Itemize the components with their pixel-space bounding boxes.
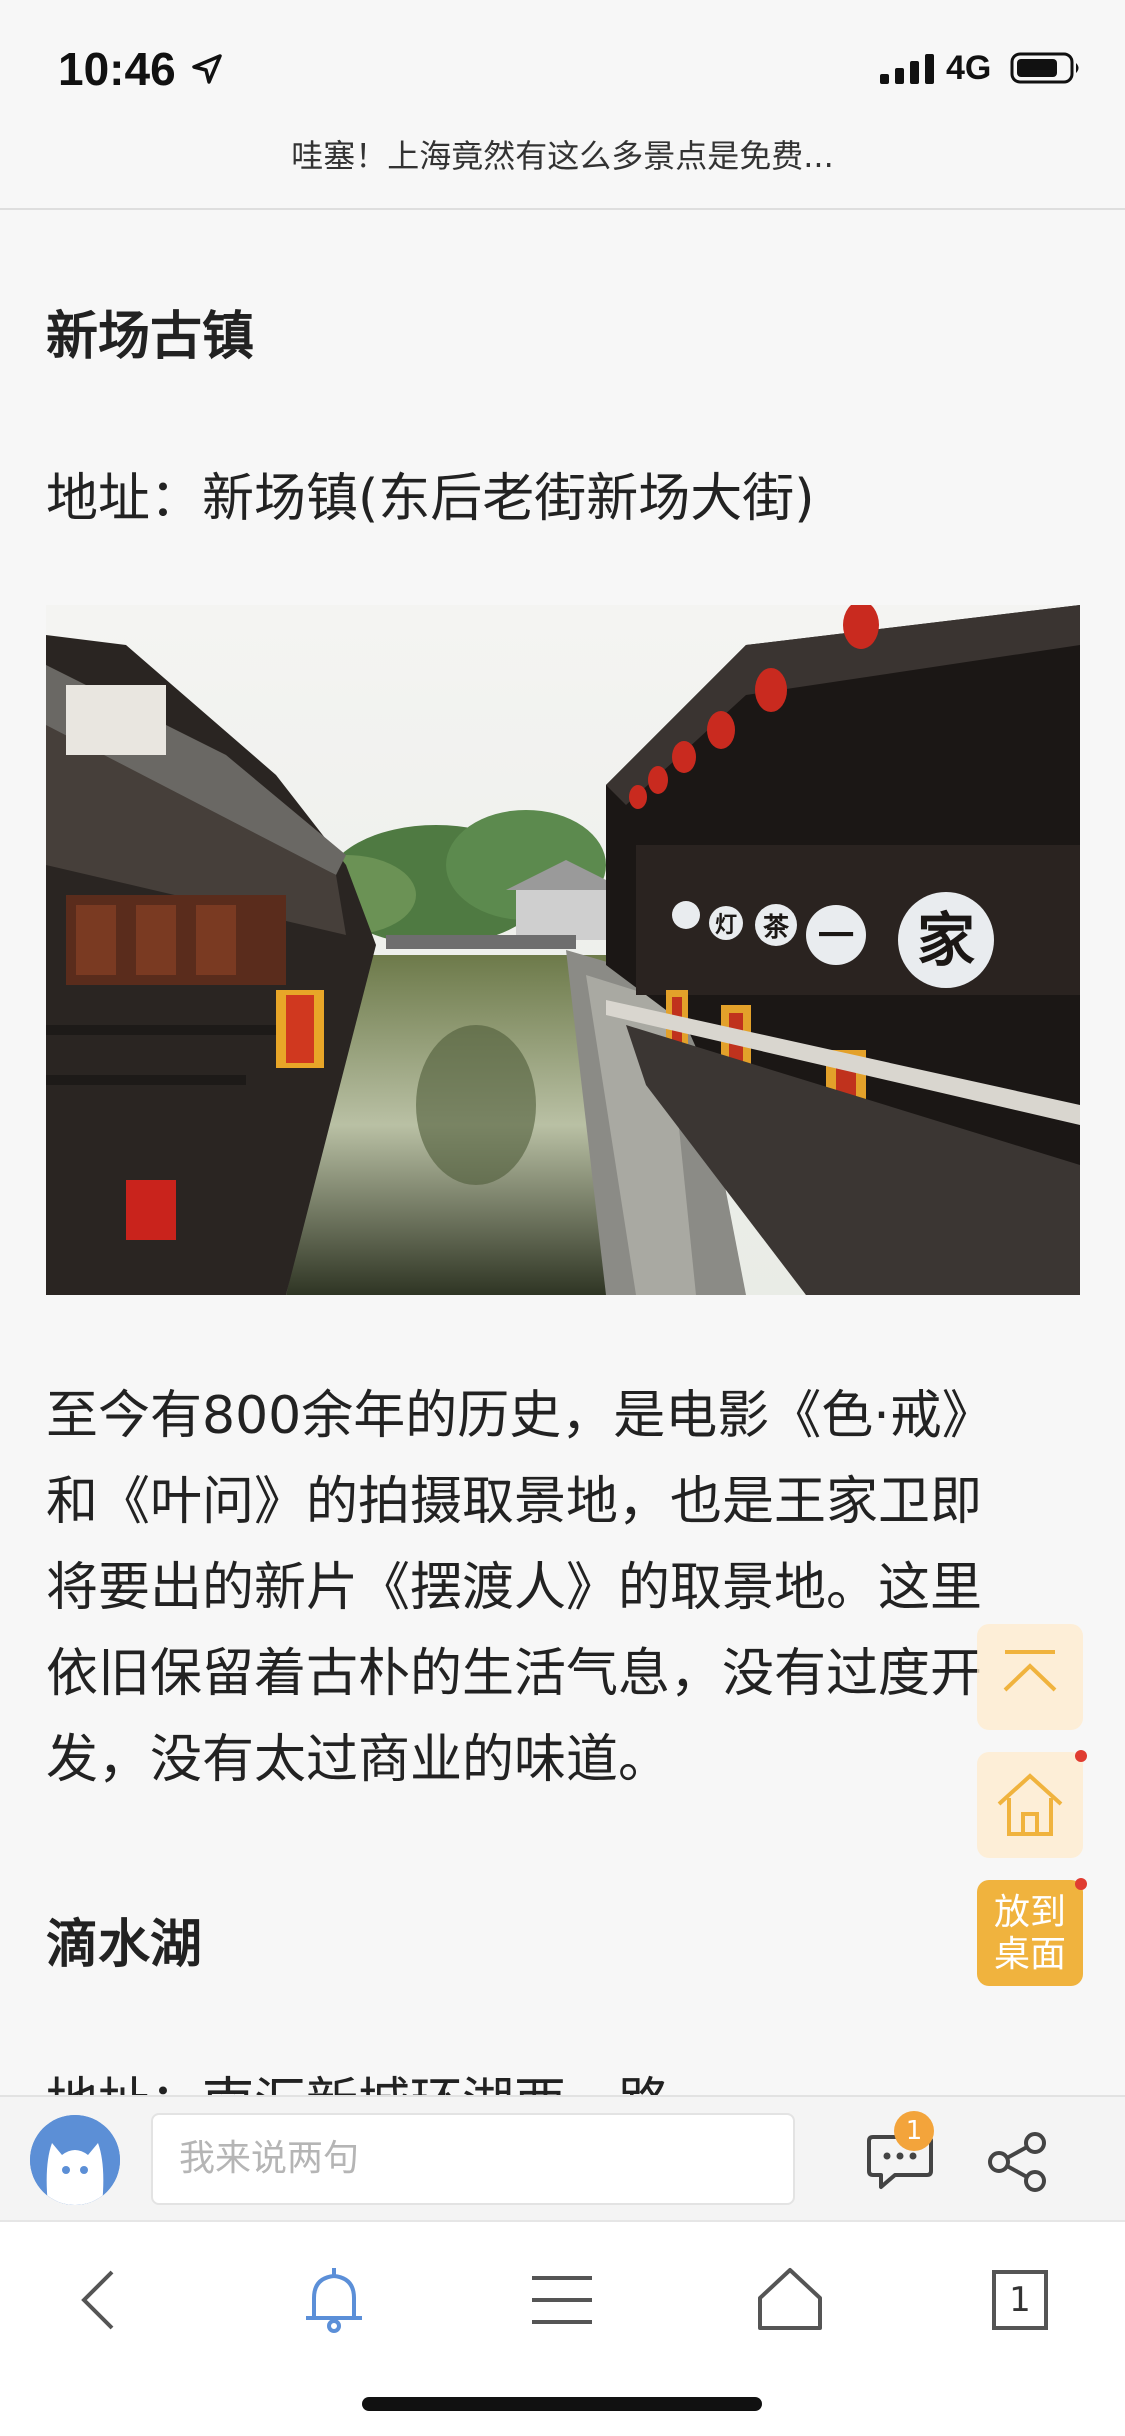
chevron-up-icon (1003, 1650, 1057, 1692)
add-to-desktop-button[interactable]: 放到 桌面 (977, 1880, 1083, 1986)
address-text: 地址：新场镇(东后老街新场大街) (46, 469, 815, 529)
paragraph-line: 和《叶问》的拍摄取景地，也是王家卫即 (46, 1472, 983, 1532)
home-indicator[interactable] (362, 2397, 762, 2411)
sign-char: 茶 (763, 913, 790, 943)
comment-input[interactable]: 我来说两句 (151, 2113, 795, 2205)
canal-photo-graphic: 灯 茶 一 家 (46, 605, 1080, 1295)
home-shortcut-button[interactable] (977, 1752, 1083, 1858)
home-icon (997, 1773, 1063, 1836)
location-arrow-icon (192, 54, 222, 84)
sign-char: 一 (818, 916, 854, 957)
share-icon[interactable] (985, 2129, 1051, 2195)
comment-bar: 我来说两句 1 (0, 2095, 1125, 2220)
battery-icon (1010, 52, 1079, 84)
paragraph-line: 发，没有太过商业的味道。 (46, 1730, 671, 1790)
menu-icon[interactable] (522, 2260, 602, 2340)
home-icon[interactable] (750, 2260, 830, 2340)
section-title: 滴水湖 (46, 1915, 203, 1975)
tabs-count: 1 (1009, 2280, 1031, 2320)
notification-dot (1075, 1750, 1087, 1762)
scroll-to-top-button[interactable] (977, 1624, 1083, 1730)
status-bar: 10:46 4G (0, 0, 1125, 132)
tabs-button[interactable]: 1 (980, 2260, 1060, 2340)
town-canal-photo[interactable]: 灯 茶 一 家 (46, 605, 1080, 1295)
sign-char: 家 (917, 906, 975, 974)
address-text: 地址：南汇新城环湖西一路 (46, 2060, 670, 2095)
paragraph-line: 依旧保留着古朴的生活气息，没有过度开 (46, 1644, 983, 1704)
desk-label: 放到 (993, 1892, 1066, 1933)
comment-count-badge: 1 (894, 2111, 934, 2151)
section-title: 新场古镇 (46, 307, 255, 367)
article-paragraph: 至今有800余年的历史，是电影《色·戒》 和《叶问》的拍摄取景地，也是王家卫即 … (46, 1373, 1080, 1803)
paragraph-line: 将要出的新片《摆渡人》的取景地。这里 (46, 1558, 983, 1618)
back-icon[interactable] (62, 2260, 142, 2340)
article-content: 新场古镇 地址：新场镇(东后老街新场大街) 灯 茶 一 家 至今有800余年的历… (46, 210, 1080, 2095)
network-type: 4G (946, 49, 992, 87)
status-time: 10:46 (58, 43, 176, 95)
signal-icon (880, 54, 934, 84)
user-avatar-icon (30, 2115, 120, 2205)
paragraph-line: 至今有800余年的历史，是电影《色·戒》 (46, 1386, 994, 1446)
desk-label: 桌面 (993, 1934, 1066, 1975)
notification-dot (1075, 1878, 1087, 1890)
avatar[interactable] (30, 2115, 120, 2205)
sign-char: 灯 (715, 913, 737, 938)
bell-icon[interactable] (294, 2260, 374, 2340)
page-title: 哇塞！上海竟然有这么多景点是免费... (291, 137, 834, 175)
